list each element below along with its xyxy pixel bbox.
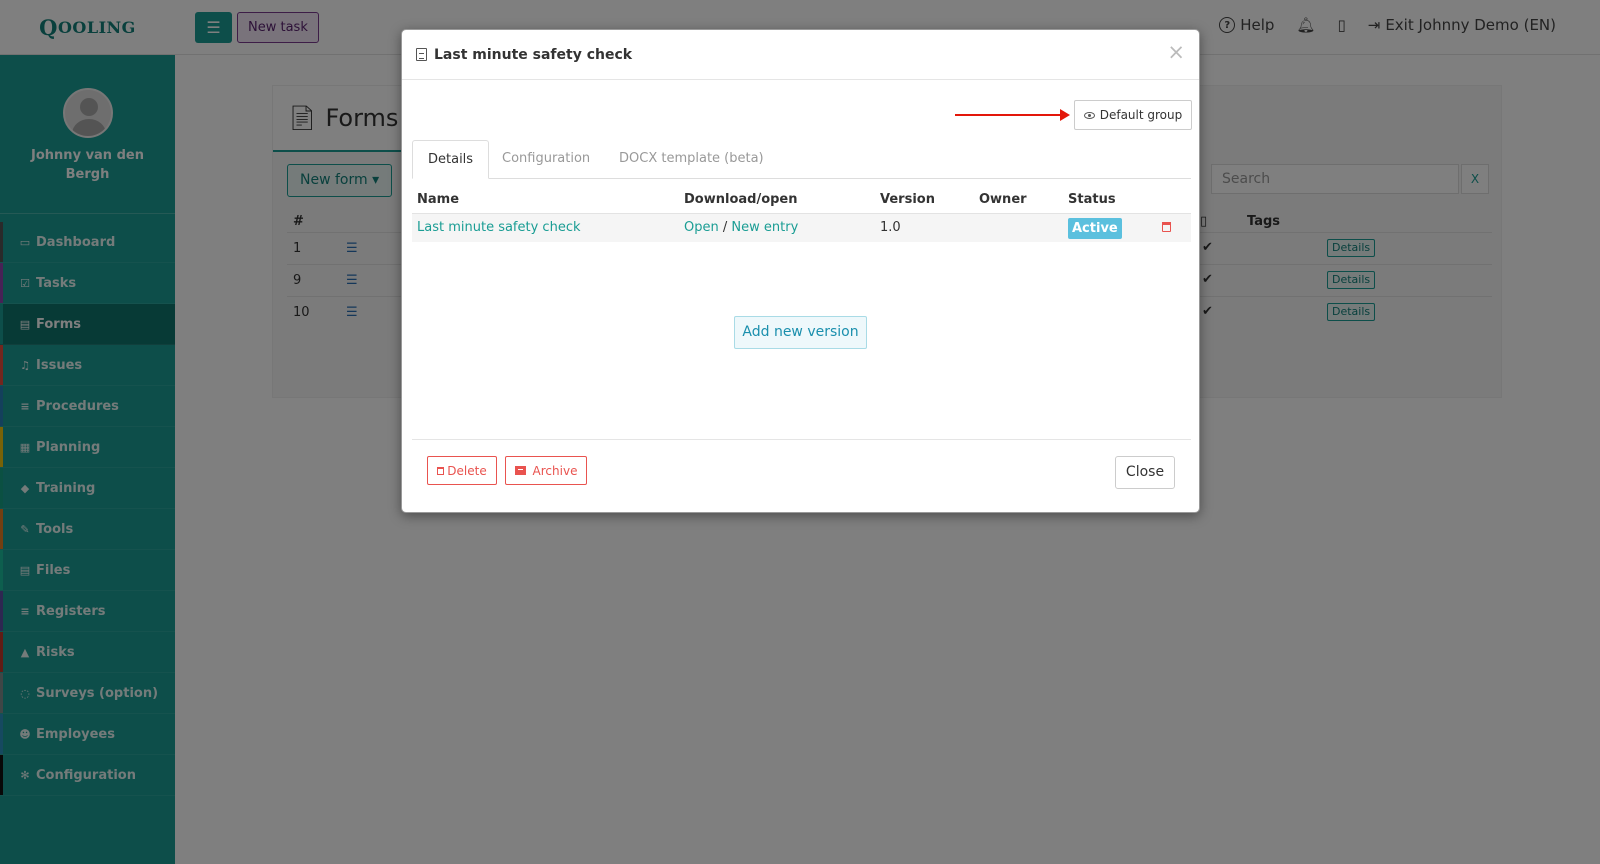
delete-label: Delete [447, 463, 487, 478]
close-icon[interactable]: × [1167, 42, 1185, 63]
modal-header: Last minute safety check [402, 30, 1199, 80]
column-name: Name [417, 192, 460, 207]
form-name-link[interactable]: Last minute safety check [417, 220, 581, 235]
archive-icon [514, 466, 526, 475]
add-new-version-button[interactable]: Add new version [734, 316, 867, 349]
archive-label: Archive [532, 463, 578, 478]
column-owner: Owner [979, 192, 1027, 207]
archive-button[interactable]: Archive [505, 456, 587, 485]
table-row: Last minute safety check Open / New entr… [412, 213, 1191, 242]
open-link[interactable]: Open [684, 220, 719, 235]
trash-icon [437, 466, 445, 475]
default-group-label: Default group [1099, 108, 1183, 122]
form-details-modal: Last minute safety check × Default group… [401, 29, 1200, 513]
column-status: Status [1068, 192, 1116, 207]
status-badge: Active [1068, 218, 1122, 239]
tab-configuration[interactable]: Configuration [487, 140, 605, 179]
column-download-open: Download/open [684, 192, 798, 207]
delete-button[interactable]: Delete [427, 456, 497, 485]
annotation-arrow [955, 109, 1070, 121]
eye-icon [1083, 111, 1095, 119]
default-group-button[interactable]: Default group [1074, 100, 1192, 130]
modal-tabs: Details Configuration DOCX template (bet… [412, 140, 1191, 179]
download-open-cell: Open / New entry [684, 220, 798, 235]
close-button[interactable]: Close [1115, 456, 1175, 489]
file-icon [416, 48, 427, 61]
version-value: 1.0 [880, 220, 901, 235]
modal-title: Last minute safety check [434, 46, 633, 63]
link-separator: / [722, 220, 728, 235]
tab-docx-template[interactable]: DOCX template (beta) [604, 140, 779, 179]
tab-details[interactable]: Details [412, 140, 490, 179]
new-entry-link[interactable]: New entry [731, 220, 798, 235]
column-version: Version [880, 192, 935, 207]
modal-footer: Delete Archive Close [412, 439, 1191, 513]
trash-icon[interactable] [1162, 222, 1171, 232]
